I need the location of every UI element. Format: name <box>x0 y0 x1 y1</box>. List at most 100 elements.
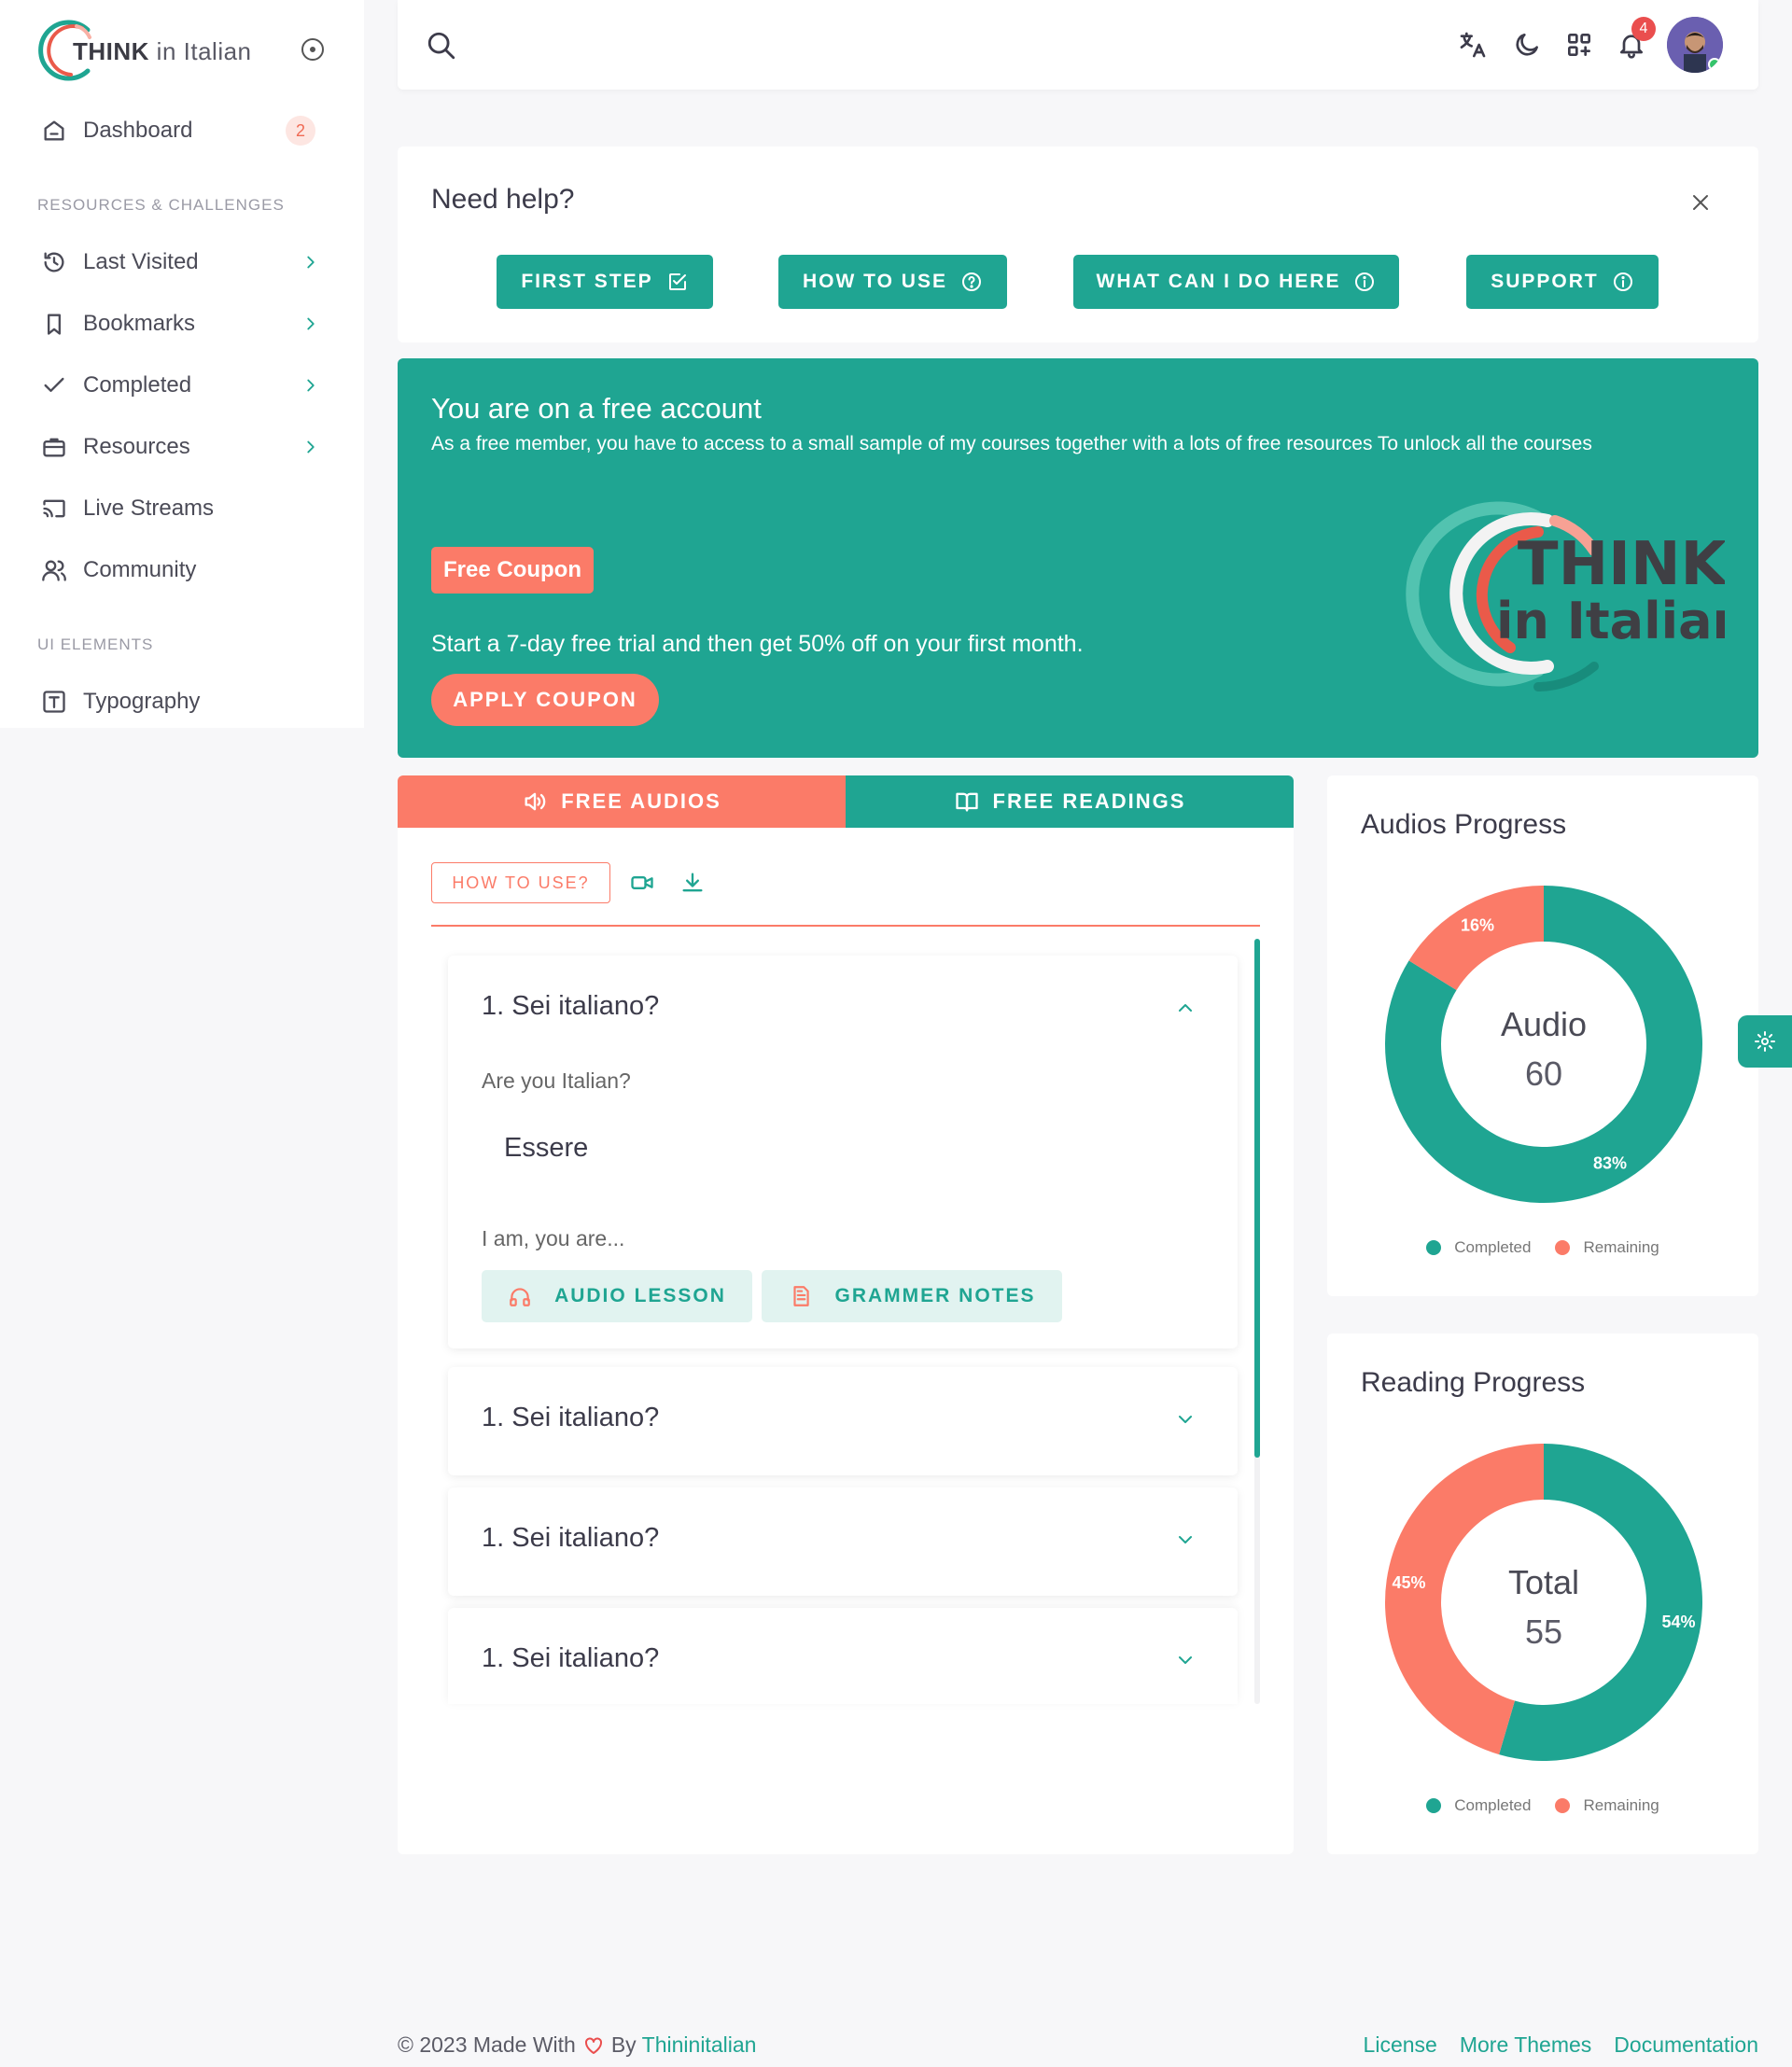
think-in-italian-logo: THINK in Italian <box>1406 501 1725 691</box>
how-to-use-outline-button[interactable]: HOW TO USE? <box>431 862 610 903</box>
lesson-accordion-item[interactable]: 1. Sei italiano? <box>448 1487 1238 1596</box>
info-icon <box>1355 272 1375 291</box>
donut-slice-label: 54% <box>1661 1613 1695 1631</box>
close-icon[interactable] <box>1689 191 1712 214</box>
footer-link-license[interactable]: License <box>1364 2032 1437 2058</box>
help-card: Need help? FIRST STEP HOW TO USE WHAT CA… <box>398 147 1758 342</box>
sidebar-item-community[interactable]: Community <box>41 552 321 589</box>
sidebar-item-label: Resources <box>83 434 190 459</box>
what-can-i-do-button[interactable]: WHAT CAN I DO HERE <box>1073 255 1399 309</box>
audio-lesson-button[interactable]: AUDIO LESSON <box>482 1270 752 1322</box>
lesson-word: Essere <box>504 1133 589 1163</box>
sidebar-section-heading: RESOURCES & CHALLENGES <box>37 196 285 214</box>
lesson-meaning: I am, you are... <box>482 1226 625 1250</box>
sidebar-item-resources[interactable]: Resources <box>41 428 321 466</box>
card-title: Reading Progress <box>1361 1367 1586 1398</box>
divider <box>431 925 1260 927</box>
users-icon <box>42 560 66 581</box>
footer-by: By <box>610 2032 637 2057</box>
lesson-title[interactable]: 1. Sei italiano? <box>482 991 659 1022</box>
help-title: Need help? <box>431 184 575 215</box>
tab-free-readings[interactable]: FREE READINGS <box>846 775 1294 828</box>
home-icon <box>44 120 64 141</box>
search-icon[interactable] <box>426 30 457 62</box>
donut-center-label: Total <box>1508 1563 1579 1601</box>
footer-prefix: © 2023 Made With <box>398 2032 576 2057</box>
chevron-down-icon[interactable] <box>1174 1649 1197 1671</box>
sidebar-section-heading: UI ELEMENTS <box>37 635 154 653</box>
dashboard-count-badge: 2 <box>286 116 315 146</box>
sidebar-item-label: Typography <box>83 689 201 714</box>
audios-progress-donut-chart: 83% 16% Audio 60 <box>1385 886 1702 1203</box>
video-icon[interactable] <box>629 870 655 896</box>
apps-grid-icon[interactable] <box>1564 30 1594 60</box>
top-navbar: 4 <box>398 0 1758 90</box>
download-icon[interactable] <box>679 870 706 896</box>
support-button[interactable]: SUPPORT <box>1466 255 1659 309</box>
legend-completed[interactable]: Completed <box>1426 1238 1531 1257</box>
sidebar-item-label: Live Streams <box>83 496 215 521</box>
sidebar-item-label: Last Visited <box>83 249 199 274</box>
donut-slice-label: 16% <box>1461 915 1494 934</box>
legend-remaining[interactable]: Remaining <box>1555 1796 1659 1815</box>
donut-center-label: Audio <box>1501 1005 1587 1043</box>
banner-logo-line1: THINK <box>1518 530 1725 599</box>
sidebar-item-label: Dashboard <box>83 118 193 143</box>
sidebar-item-dashboard[interactable]: Dashboard 2 <box>41 112 321 149</box>
sidebar-item-completed[interactable]: Completed <box>41 367 321 404</box>
grammar-notes-button[interactable]: GRAMMER NOTES <box>762 1270 1062 1322</box>
chevron-right-icon <box>307 256 315 269</box>
sidebar-item-live-streams[interactable]: Live Streams <box>41 490 321 527</box>
footer-link-documentation[interactable]: Documentation <box>1614 2032 1758 2058</box>
legend-remaining[interactable]: Remaining <box>1555 1238 1659 1257</box>
legend-label: Completed <box>1454 1238 1532 1256</box>
lesson-title: 1. Sei italiano? <box>482 1523 660 1553</box>
donut-slice-label: 83% <box>1593 1154 1627 1173</box>
lesson-accordion-item: 1. Sei italiano? Are you Italian? Essere… <box>448 956 1238 1348</box>
how-to-use-label: HOW TO USE <box>803 271 947 292</box>
footer-link-more-themes[interactable]: More Themes <box>1460 2032 1591 2058</box>
sidebar-item-last-visited[interactable]: Last Visited <box>41 244 321 281</box>
lesson-title: 1. Sei italiano? <box>482 1403 660 1432</box>
moon-icon[interactable] <box>1512 30 1542 60</box>
legend-completed[interactable]: Completed <box>1426 1796 1531 1815</box>
chevron-right-icon <box>307 317 315 330</box>
free-coupon-tag: Free Coupon <box>431 547 594 594</box>
sidebar-item-typography[interactable]: Typography <box>41 683 321 720</box>
info-icon <box>1613 272 1632 291</box>
sidebar-item-bookmarks[interactable]: Bookmarks <box>41 305 321 342</box>
sidebar-item-label: Community <box>83 557 197 582</box>
history-icon <box>44 252 64 272</box>
footer-author-link[interactable]: Thininitalian <box>642 2032 757 2058</box>
free-account-banner: You are on a free account As a free memb… <box>398 358 1758 758</box>
tab-free-audios[interactable]: FREE AUDIOS <box>398 775 846 828</box>
how-to-use-button[interactable]: HOW TO USE <box>778 255 1007 309</box>
lesson-accordion-item[interactable]: 1. Sei italiano? <box>448 1608 1238 1704</box>
first-step-button[interactable]: FIRST STEP <box>497 255 713 309</box>
user-avatar[interactable] <box>1667 17 1723 73</box>
brand-name-rest: in Italian <box>156 37 252 65</box>
chevron-right-icon <box>307 379 315 392</box>
settings-gear-icon[interactable] <box>1738 1015 1792 1068</box>
lesson-accordion-item[interactable]: 1. Sei italiano? <box>448 1367 1238 1475</box>
legend-label: Remaining <box>1583 1238 1659 1256</box>
apply-coupon-button[interactable]: APPLY COUPON <box>431 674 659 726</box>
sidebar-toggle-icon[interactable] <box>301 37 325 62</box>
sidebar-item-label: Bookmarks <box>83 311 196 336</box>
translate-icon[interactable] <box>1458 30 1488 60</box>
briefcase-icon <box>43 438 65 457</box>
banner-title: You are on a free account <box>431 392 762 425</box>
scrollbar-thumb[interactable] <box>1254 939 1260 1458</box>
headphones-icon <box>510 1288 530 1306</box>
what-can-i-do-label: WHAT CAN I DO HERE <box>1096 271 1341 292</box>
audios-progress-card: Audios Progress 83% 16% Audio 60 Complete… <box>1327 775 1758 1296</box>
chevron-up-icon[interactable] <box>1174 997 1197 1019</box>
chart-legend: Completed Remaining <box>1327 1796 1758 1815</box>
document-icon <box>792 1286 809 1306</box>
tab-label: FREE READINGS <box>992 789 1186 813</box>
reading-progress-donut-chart: 54% 45% Total 55 <box>1385 1444 1703 1761</box>
chevron-down-icon[interactable] <box>1174 1529 1197 1551</box>
chevron-down-icon[interactable] <box>1174 1408 1197 1431</box>
footer-links: License More Themes Documentation <box>1364 2032 1758 2058</box>
footer-copyright: © 2023 Made With By Thininitalian <box>398 2032 756 2058</box>
